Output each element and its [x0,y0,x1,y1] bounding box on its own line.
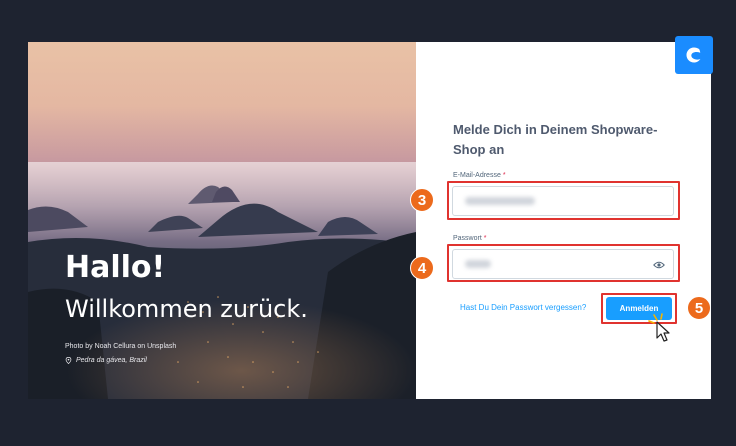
password-label: Passwort * [453,235,486,242]
shopware-logo-mark [686,47,701,63]
shopware-logo-icon [675,36,713,74]
login-form-panel: Melde Dich in Deinem Shopware-Shop an E-… [416,42,711,399]
email-highlight-box [447,181,680,220]
map-pin-icon [65,357,72,364]
required-marker: * [502,172,506,179]
login-title: Melde Dich in Deinem Shopware-Shop an [453,122,658,157]
hero-welcome-text: Willkommen zurück. [65,295,308,323]
step-3-badge: 3 [410,188,434,212]
step-5-badge: 5 [687,296,711,320]
photo-location: Pedra da gávea, Brazil [65,357,147,364]
cursor-click-icon [648,313,670,342]
password-label-text: Passwort [453,235,482,242]
forgot-password-link[interactable]: Hast Du Dein Passwort vergessen? [460,303,586,312]
hero-image-panel: Hallo! Willkommen zurück. Photo by Noah … [28,42,416,399]
step-4-badge: 4 [410,256,434,280]
password-highlight-box [447,244,680,282]
photo-location-label: Pedra da gávea, Brazil [76,357,147,364]
email-label-text: E-Mail-Adresse [453,172,501,179]
login-card: Hallo! Willkommen zurück. Photo by Noah … [28,42,711,399]
email-label: E-Mail-Adresse * [453,172,506,179]
hero-greeting: Hallo! [65,250,166,285]
photo-credit: Photo by Noah Cellura on Unsplash [65,343,177,350]
required-marker: * [483,235,487,242]
